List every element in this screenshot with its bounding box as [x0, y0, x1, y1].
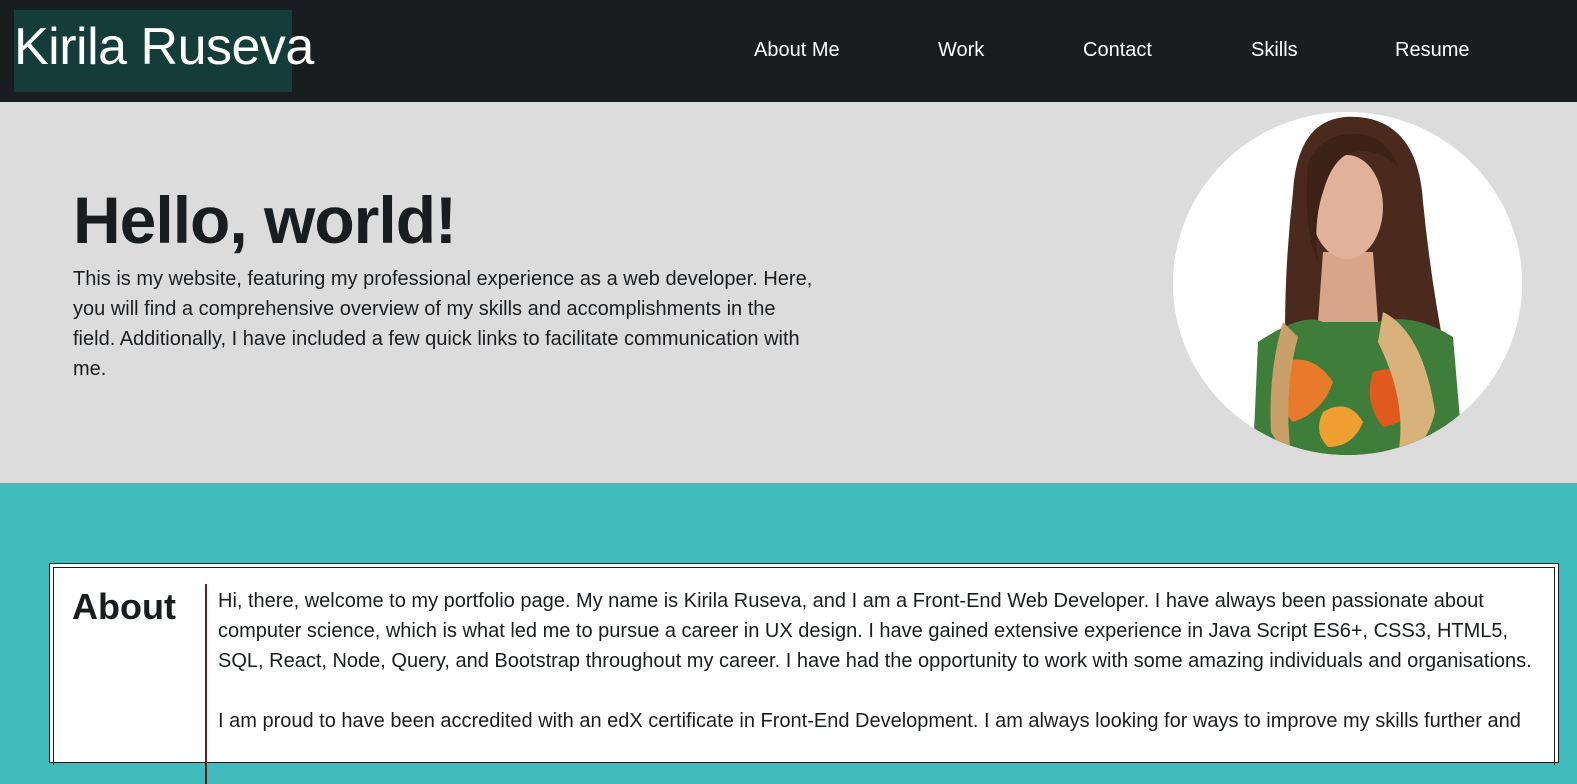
about-section: About Hi, there, welcome to my portfolio… — [0, 483, 1577, 784]
nav-link-about-me[interactable]: About Me — [754, 38, 840, 62]
about-paragraph: I am proud to have been accredited with … — [218, 710, 1521, 732]
nav-link-resume[interactable]: Resume — [1395, 38, 1469, 62]
navbar: Kirila Ruseva About Me Work Contact Skil… — [0, 0, 1577, 102]
nav-link-skills[interactable]: Skills — [1251, 38, 1298, 62]
hero-title: Hello, world! — [73, 183, 457, 257]
nav-link-contact[interactable]: Contact — [1083, 38, 1152, 62]
about-divider — [205, 584, 207, 784]
profile-photo-illustration — [1173, 112, 1522, 455]
about-heading: About — [72, 586, 176, 627]
about-text: Hi, there, welcome to my portfolio page.… — [218, 586, 1538, 766]
profile-photo — [1173, 112, 1522, 455]
nav-link-work[interactable]: Work — [938, 38, 984, 62]
about-paragraph: Hi, there, welcome to my portfolio page.… — [218, 590, 1532, 672]
hero-text: This is my website, featuring my profess… — [73, 268, 813, 380]
about-card: About Hi, there, welcome to my portfolio… — [49, 563, 1559, 784]
brand-logo[interactable]: Kirila Ruseva — [14, 10, 314, 92]
hero-section: Hello, world! This is my website, featur… — [0, 102, 1577, 483]
